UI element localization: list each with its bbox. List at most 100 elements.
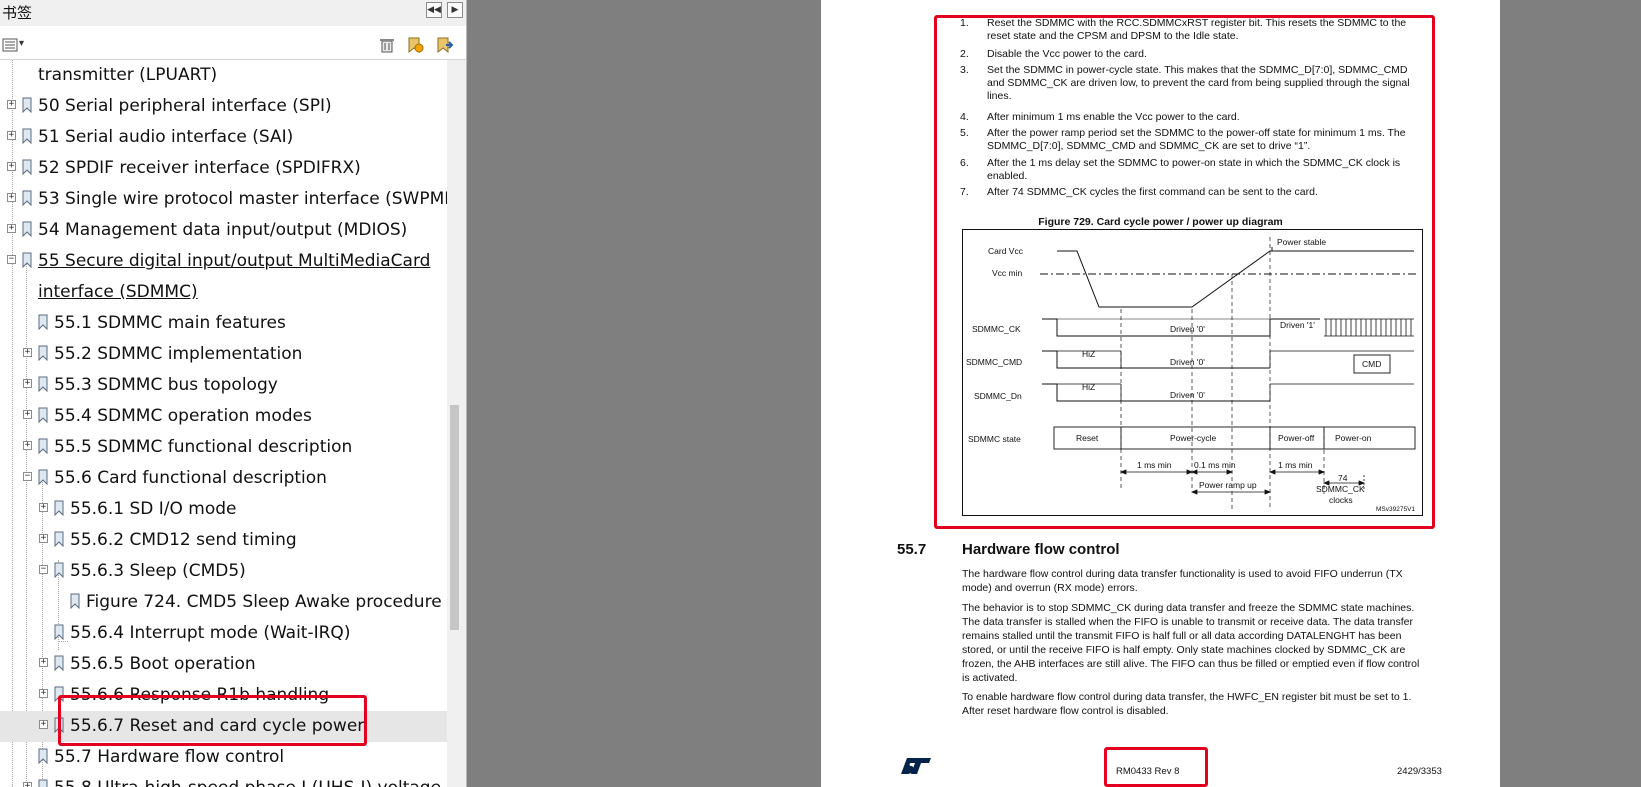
expand-toggle-icon[interactable]: +: [7, 162, 16, 171]
bookmark-item[interactable]: +55.6.5 Boot operation: [0, 649, 447, 680]
bookmark-label: 55.6.5 Boot operation: [70, 654, 256, 674]
expand-toggle-icon[interactable]: +: [23, 782, 32, 787]
bookmark-label: 55.4 SDMMC operation modes: [54, 406, 312, 426]
next-panel-button[interactable]: ▶: [447, 2, 463, 18]
bookmark-label: 55 Secure digital input/output MultiMedi…: [38, 251, 431, 271]
bookmark-label: 55.1 SDMMC main features: [54, 313, 286, 333]
bookmark-icon: [22, 128, 32, 144]
expand-toggle-icon[interactable]: +: [39, 503, 48, 512]
document-viewer[interactable]: 1. Reset the SDMMC with the RCC.SDMMCxRST…: [467, 0, 1641, 787]
bookmark-icon: [54, 531, 64, 547]
bookmark-item[interactable]: +55.6.1 SD I/O mode: [0, 494, 447, 525]
bookmark-label: 53 Single wire protocol master interface…: [38, 189, 447, 209]
expand-toggle-icon[interactable]: +: [39, 658, 48, 667]
section-paragraph: To enable hardware flow control during d…: [962, 691, 1412, 717]
expand-toggle-icon[interactable]: +: [23, 379, 32, 388]
bookmark-label: Figure 724. CMD5 Sleep Awake procedure: [86, 592, 442, 612]
bookmark-label: 54 Management data input/output (MDIOS): [38, 220, 408, 240]
bookmarks-toolbar: ▾: [0, 30, 466, 60]
bookmark-item[interactable]: transmitter (LPUART): [0, 60, 447, 91]
bookmark-item[interactable]: +50 Serial peripheral interface (SPI): [0, 91, 447, 122]
expand-bookmark-icon: [437, 37, 454, 54]
bookmark-icon: [38, 748, 48, 764]
scrollbar-thumb[interactable]: [450, 405, 459, 630]
bookmark-icon: [70, 593, 80, 609]
bookmark-item[interactable]: +55.4 SDMMC operation modes: [0, 401, 447, 432]
highlight-box-content: [934, 15, 1435, 529]
collapse-panel-button[interactable]: ◀◀: [426, 2, 442, 18]
collapse-toggle-icon[interactable]: −: [7, 255, 16, 264]
bookmark-label: 55.5 SDMMC functional description: [54, 437, 353, 457]
bookmarks-scrollbar[interactable]: [447, 60, 466, 787]
bookmark-icon: [38, 469, 48, 485]
bookmark-item[interactable]: +55.2 SDMMC implementation: [0, 339, 447, 370]
bookmark-icon: [38, 407, 48, 423]
bookmark-label: 51 Serial audio interface (SAI): [38, 127, 294, 147]
expand-toggle-icon[interactable]: +: [7, 193, 16, 202]
bookmark-item[interactable]: 55.7 Hardware flow control: [0, 742, 447, 773]
collapse-toggle-icon[interactable]: −: [23, 472, 32, 481]
bookmark-item[interactable]: 55.1 SDMMC main features: [0, 308, 447, 339]
options-menu-arrow[interactable]: ▾: [19, 38, 24, 49]
bookmark-label: interface (SDMMC): [38, 282, 198, 302]
bookmark-item[interactable]: interface (SDMMC): [0, 277, 447, 308]
expand-toggle-icon[interactable]: +: [7, 100, 16, 109]
bookmark-item[interactable]: +54 Management data input/output (MDIOS): [0, 215, 447, 246]
bookmark-item[interactable]: − 55.6 Card functional description: [0, 463, 447, 494]
st-logo-icon: [901, 758, 931, 774]
bookmark-item[interactable]: − 55 Secure digital input/output MultiMed…: [0, 246, 447, 277]
bookmark-item[interactable]: +55.6.2 CMD12 send timing: [0, 525, 447, 556]
bookmark-icon: [54, 624, 64, 640]
bookmark-icon: [54, 655, 64, 671]
expand-toggle-icon[interactable]: +: [39, 720, 48, 729]
collapse-toggle-icon[interactable]: −: [39, 565, 48, 574]
bookmark-icon: [22, 97, 32, 113]
highlight-box-revision: [1104, 747, 1208, 787]
highlight-box-bookmark: [58, 695, 367, 746]
section-number: 55.7: [897, 541, 927, 558]
bookmark-label: 55.6.3 Sleep (CMD5): [70, 561, 246, 581]
bookmark-label: 55.8 Ultra-high-speed phase I (UHS-I) vo…: [54, 773, 441, 787]
bookmark-item[interactable]: +55.8 Ultra-high-speed phase I (UHS-I) v…: [0, 773, 447, 787]
bookmark-label: 55.6 Card functional description: [54, 468, 327, 488]
bookmark-label: transmitter (LPUART): [38, 65, 218, 85]
section-paragraph: The hardware flow control during data tr…: [962, 568, 1403, 594]
bookmark-label: 52 SPDIF receiver interface (SPDIFRX): [38, 158, 361, 178]
bookmark-item[interactable]: +51 Serial audio interface (SAI): [0, 122, 447, 153]
bookmark-item[interactable]: +52 SPDIF receiver interface (SPDIFRX): [0, 153, 447, 184]
bookmark-icon: [38, 314, 48, 330]
bookmark-label: 55.6.1 SD I/O mode: [70, 499, 237, 519]
bookmark-icon: [22, 252, 32, 268]
expand-toggle-icon[interactable]: +: [23, 348, 32, 357]
bookmark-item[interactable]: Figure 724. CMD5 Sleep Awake procedure: [0, 587, 447, 618]
bookmark-label: 50 Serial peripheral interface (SPI): [38, 96, 332, 116]
bookmark-icon: [38, 376, 48, 392]
expand-toggle-icon[interactable]: +: [7, 224, 16, 233]
expand-toggle-icon[interactable]: +: [7, 131, 16, 140]
panel-title: 书签: [2, 4, 33, 22]
delete-bookmark-button[interactable]: [378, 36, 396, 54]
section-title: Hardware flow control: [962, 541, 1120, 558]
bookmark-label: 55.2 SDMMC implementation: [54, 344, 303, 364]
new-bookmark-button[interactable]: [406, 36, 424, 54]
bookmark-icon: [54, 500, 64, 516]
pdf-page: 1. Reset the SDMMC with the RCC.SDMMCxRST…: [821, 0, 1500, 787]
bookmark-item[interactable]: +55.5 SDMMC functional description: [0, 432, 447, 463]
bookmark-item[interactable]: − 55.6.3 Sleep (CMD5): [0, 556, 447, 587]
bookmark-icon: [54, 562, 64, 578]
bookmark-icon: [22, 190, 32, 206]
expand-toggle-icon[interactable]: +: [23, 441, 32, 450]
expand-bookmark-button[interactable]: [436, 36, 454, 54]
new-bookmark-icon: [408, 37, 424, 54]
expand-toggle-icon[interactable]: +: [23, 410, 32, 419]
expand-toggle-icon[interactable]: +: [39, 689, 48, 698]
bookmark-item[interactable]: +53 Single wire protocol master interfac…: [0, 184, 447, 215]
bookmark-item[interactable]: 55.6.4 Interrupt mode (Wait-IRQ): [0, 618, 447, 649]
bookmark-label: 55.6.2 CMD12 send timing: [70, 530, 297, 550]
bookmark-tree: transmitter (LPUART) +50 Serial periphera…: [0, 60, 447, 787]
bookmark-icon: [38, 438, 48, 454]
bookmark-label: 55.3 SDMMC bus topology: [54, 375, 278, 395]
bookmark-icon: [22, 221, 32, 237]
bookmark-item[interactable]: +55.3 SDMMC bus topology: [0, 370, 447, 401]
expand-toggle-icon[interactable]: +: [39, 534, 48, 543]
